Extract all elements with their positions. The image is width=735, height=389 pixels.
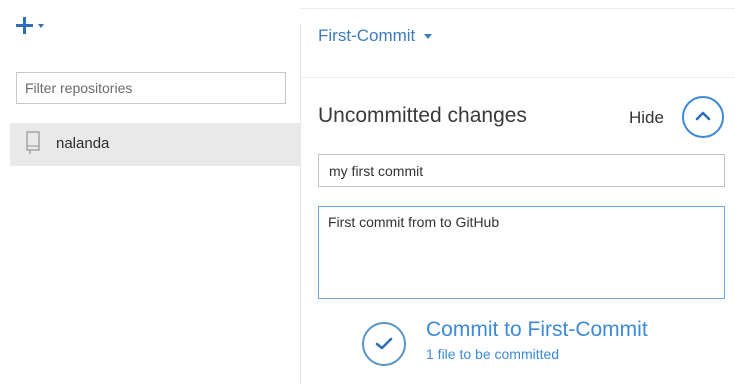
filter-repositories-input[interactable] xyxy=(16,72,286,104)
commit-circle xyxy=(362,322,406,366)
repository-item-nalanda[interactable]: nalanda xyxy=(10,123,300,166)
commit-button[interactable]: Commit to First-Commit 1 file to be comm… xyxy=(362,318,692,368)
branch-selector[interactable]: First-Commit xyxy=(318,26,433,46)
chevron-down-icon xyxy=(38,23,44,28)
add-repository-button[interactable] xyxy=(16,17,44,34)
branch-label: First-Commit xyxy=(318,26,416,45)
commit-description-textarea[interactable]: First commit from to GitHub xyxy=(318,206,725,299)
repo-icon xyxy=(26,131,40,154)
plus-icon xyxy=(16,17,33,34)
commit-button-label: Commit to First-Commit xyxy=(426,318,648,341)
app-window: nalanda First-Commit Uncommitted changes… xyxy=(0,0,735,389)
chevron-up-icon xyxy=(695,111,711,121)
commit-summary-input[interactable] xyxy=(318,154,725,187)
header-separator xyxy=(301,77,735,78)
sidebar xyxy=(10,8,300,383)
hide-label[interactable]: Hide xyxy=(629,108,664,128)
checkmark-icon xyxy=(375,337,393,350)
hide-button[interactable] xyxy=(682,96,724,138)
repository-label: nalanda xyxy=(56,135,110,152)
commit-button-subtext: 1 file to be committed xyxy=(426,346,560,362)
chevron-down-icon xyxy=(424,33,433,39)
panel-divider xyxy=(300,24,301,384)
uncommitted-changes-title: Uncommitted changes xyxy=(318,104,527,127)
